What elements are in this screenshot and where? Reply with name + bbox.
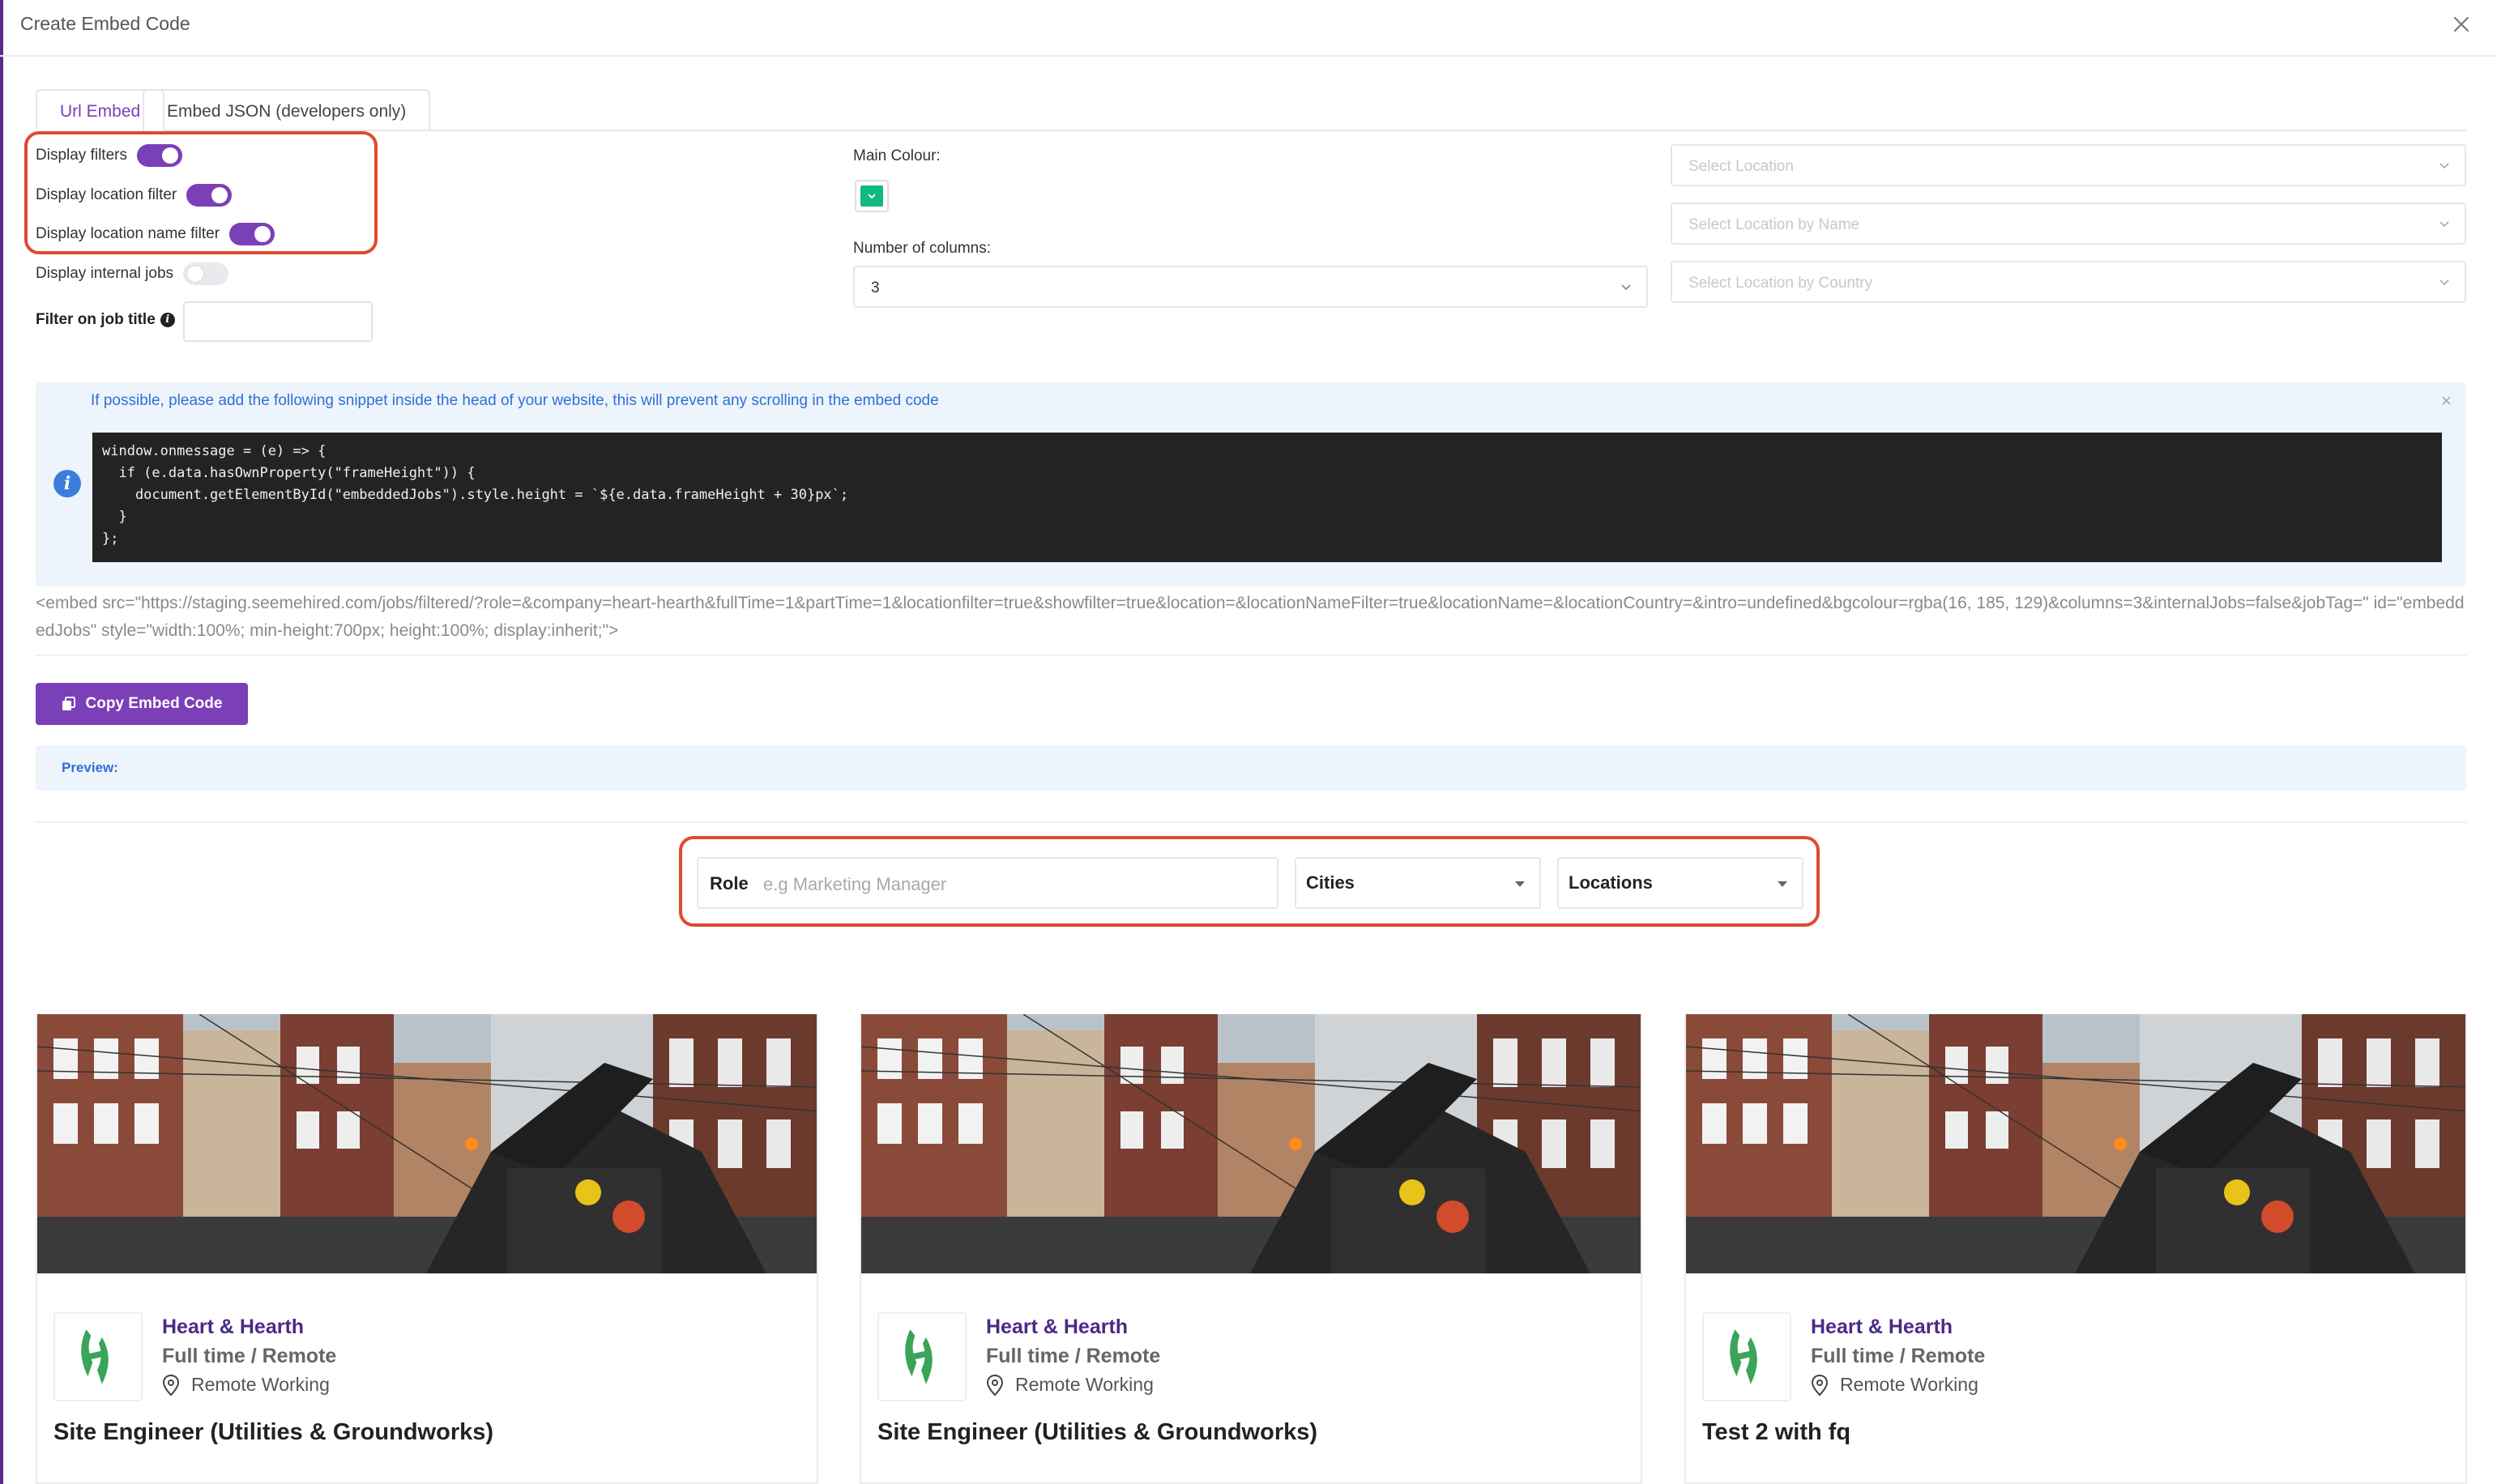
- caret-down-icon: [1778, 881, 1787, 887]
- select-location[interactable]: Select Location: [1671, 144, 2466, 186]
- role-input-placeholder: e.g Marketing Manager: [763, 874, 947, 894]
- heart-hearth-logo-icon: [905, 1329, 933, 1384]
- copy-embed-code-button[interactable]: Copy Embed Code: [36, 683, 248, 725]
- location-text: Remote Working: [191, 1374, 330, 1395]
- embed-code-text: <embed src="https://staging.seemehired.c…: [36, 594, 2465, 640]
- job-image: [861, 1014, 1641, 1273]
- switch-knob: [187, 266, 204, 282]
- job-location: Remote Working: [162, 1374, 330, 1396]
- select-location-by-name[interactable]: Select Location by Name: [1671, 203, 2466, 245]
- main-colour-picker[interactable]: [855, 180, 889, 212]
- company-name[interactable]: Heart & Hearth: [162, 1316, 304, 1339]
- location-pin-icon: [1811, 1374, 1829, 1396]
- main-colour-label: Main Colour:: [853, 147, 941, 164]
- display-location-filter-switch[interactable]: [186, 184, 233, 207]
- company-name[interactable]: Heart & Hearth: [986, 1316, 1128, 1339]
- info-icon: i: [53, 470, 81, 497]
- chevron-down-icon: [1621, 284, 1631, 291]
- locations-select[interactable]: Locations: [1557, 857, 1803, 909]
- close-button[interactable]: [2447, 10, 2476, 39]
- snippet-alert: If possible, please add the following sn…: [36, 382, 2466, 586]
- select-location-by-country[interactable]: Select Location by Country: [1671, 261, 2466, 303]
- cities-select[interactable]: Cities: [1295, 857, 1541, 909]
- heart-hearth-logo-icon: [81, 1329, 109, 1384]
- tab-embed-json[interactable]: Embed JSON (developers only): [143, 89, 431, 131]
- toggle-label: Display internal jobs: [36, 265, 174, 282]
- caret-down-icon: [1515, 881, 1525, 887]
- chevron-down-icon: [2439, 279, 2449, 286]
- select-placeholder: Select Location by Country: [1688, 275, 1873, 292]
- role-search-field[interactable]: Role e.g Marketing Manager: [697, 857, 1278, 909]
- close-icon: [2453, 16, 2469, 32]
- toggle-row-display-filters: Display filters: [36, 143, 182, 168]
- chevron-down-icon: [2439, 163, 2449, 169]
- tab-bar: Url Embed Embed JSON (developers only): [36, 89, 2466, 131]
- snippet-message: If possible, please add the following sn…: [91, 392, 939, 409]
- switch-knob: [254, 226, 271, 242]
- job-card[interactable]: Heart & Hearth Full time / Remote Remote…: [860, 1014, 1642, 1484]
- copy-icon: [62, 697, 75, 710]
- select-placeholder: Select Location by Name: [1688, 216, 1860, 233]
- toggle-row-display-location-name-filter: Display location name filter: [36, 221, 275, 247]
- job-title[interactable]: Site Engineer (Utilities & Groundworks): [53, 1419, 493, 1446]
- snippet-close-button[interactable]: ×: [2441, 390, 2452, 412]
- toggle-label: Display filters: [36, 147, 127, 164]
- filter-job-title-label: Filter on job title i: [36, 311, 175, 329]
- toggle-label: Display location name filter: [36, 225, 220, 242]
- chevron-down-icon: [2439, 221, 2449, 228]
- display-filters-switch[interactable]: [136, 144, 182, 167]
- location-pin-icon: [162, 1374, 180, 1396]
- filter-job-title-text: Filter on job title: [36, 311, 156, 328]
- copy-button-label: Copy Embed Code: [85, 695, 223, 712]
- location-pin-icon: [986, 1374, 1004, 1396]
- job-type: Full time / Remote: [986, 1345, 1161, 1367]
- job-type: Full time / Remote: [162, 1345, 337, 1367]
- number-of-columns-select[interactable]: 3: [853, 266, 1648, 308]
- job-type: Full time / Remote: [1811, 1345, 1986, 1367]
- modal-title: Create Embed Code: [20, 13, 190, 34]
- role-label: Role: [710, 873, 749, 893]
- select-value: 3: [871, 279, 880, 296]
- job-location: Remote Working: [1811, 1374, 1978, 1396]
- preview-bar: Preview:: [36, 745, 2466, 791]
- filter-job-title-input[interactable]: [183, 301, 373, 342]
- job-location: Remote Working: [986, 1374, 1154, 1396]
- cities-label: Cities: [1306, 872, 1355, 893]
- colour-swatch: [860, 186, 883, 207]
- select-placeholder: Select Location: [1688, 158, 1794, 175]
- job-card[interactable]: Heart & Hearth Full time / Remote Remote…: [1684, 1014, 2467, 1484]
- job-title[interactable]: Site Engineer (Utilities & Groundworks): [877, 1419, 1317, 1446]
- company-name[interactable]: Heart & Hearth: [1811, 1316, 1953, 1339]
- company-logo: [53, 1312, 143, 1401]
- divider: [36, 821, 2466, 823]
- location-text: Remote Working: [1840, 1374, 1978, 1395]
- divider: [36, 655, 2466, 656]
- heart-hearth-logo-icon: [1730, 1329, 1757, 1384]
- company-logo: [877, 1312, 967, 1401]
- toggle-row-display-internal-jobs: Display internal jobs: [36, 261, 229, 287]
- number-of-columns-label: Number of columns:: [853, 240, 992, 257]
- modal-header: Create Embed Code: [0, 0, 2497, 57]
- location-text: Remote Working: [1015, 1374, 1154, 1395]
- display-internal-jobs-switch[interactable]: [183, 262, 229, 285]
- left-accent-bar: [0, 0, 3, 1484]
- job-image: [1686, 1014, 2465, 1273]
- locations-label: Locations: [1569, 872, 1653, 893]
- toggle-label: Display location filter: [36, 186, 177, 203]
- job-title[interactable]: Test 2 with fq: [1702, 1419, 1850, 1446]
- display-location-name-filter-switch[interactable]: [229, 223, 275, 245]
- toggle-row-display-location-filter: Display location filter: [36, 182, 233, 208]
- chevron-down-icon: [868, 194, 876, 199]
- job-image: [37, 1014, 817, 1273]
- info-icon[interactable]: i: [160, 313, 175, 327]
- code-snippet: window.onmessage = (e) => { if (e.data.h…: [92, 433, 2442, 562]
- company-logo: [1702, 1312, 1791, 1401]
- switch-knob: [211, 187, 228, 203]
- switch-knob: [161, 147, 178, 164]
- job-card[interactable]: Heart & Hearth Full time / Remote Remote…: [36, 1014, 818, 1484]
- preview-label: Preview:: [62, 760, 118, 775]
